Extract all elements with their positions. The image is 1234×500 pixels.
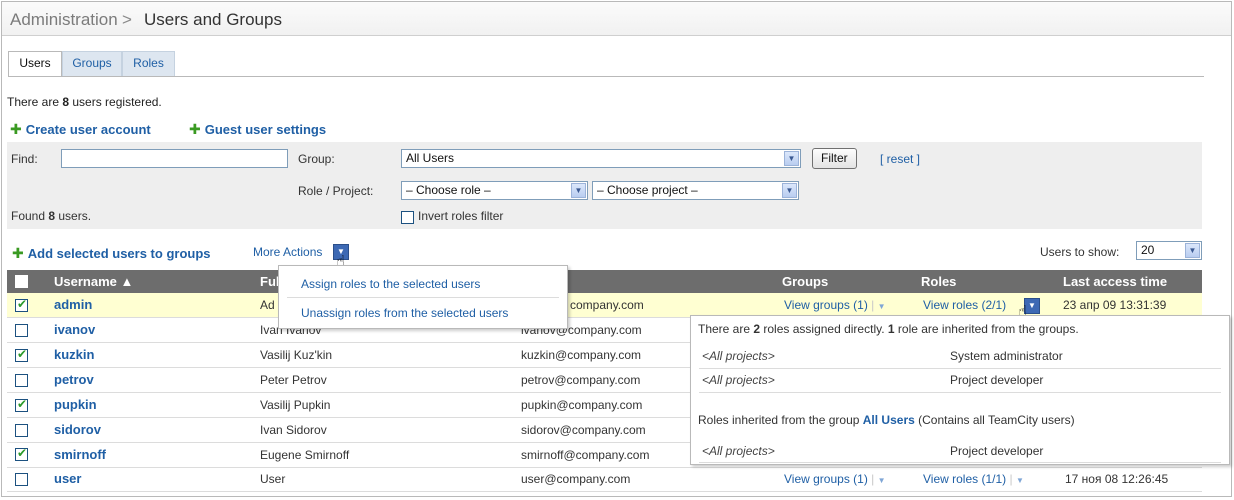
menu-item-unassign-roles[interactable]: Unassign roles from the selected users (301, 306, 508, 320)
username-link[interactable]: kuzkin (54, 347, 94, 362)
fullname: Ivan Sidorov (260, 423, 327, 437)
last-access-time: 23 апр 09 13:31:39 (1063, 298, 1167, 312)
email: smirnoff@company.com (521, 448, 650, 462)
chevron-down-icon: ▼ (782, 183, 797, 198)
popup-divider (699, 462, 1221, 463)
users-table-header: Username ▲ Full Groups Roles Last access… (7, 270, 1202, 293)
fullname: Eugene Smirnoff (260, 448, 350, 462)
tab-divider (8, 76, 1204, 77)
chevron-down-icon[interactable]: ▼ (878, 476, 886, 485)
plus-icon: ✚ (189, 121, 201, 137)
tab-roles[interactable]: Roles (122, 51, 175, 76)
breadcrumb-separator-icon: > (122, 10, 132, 29)
email: petrov@company.com (521, 373, 641, 387)
chevron-down-icon: ▼ (1028, 301, 1036, 310)
find-input[interactable] (61, 149, 288, 168)
menu-item-assign-roles[interactable]: Assign roles to the selected users (301, 277, 480, 291)
page-title: Users and Groups (144, 10, 282, 29)
tab-groups[interactable]: Groups (62, 51, 122, 76)
row-checkbox[interactable] (15, 446, 28, 461)
username-link[interactable]: admin (54, 297, 92, 312)
users-to-show-label: Users to show: (1040, 245, 1120, 259)
role-name: System administrator (950, 349, 1063, 363)
group-select[interactable]: All Users ▼ (401, 149, 801, 168)
role-project: <All projects> (702, 349, 775, 363)
menu-divider (287, 297, 559, 298)
fullname: Peter Petrov (260, 373, 327, 387)
found-users-text: Found 8 users. (11, 209, 92, 223)
role-name: Project developer (950, 444, 1044, 458)
roles-popup-intro: There are 2 roles assigned directly. 1 r… (698, 322, 1079, 336)
email: company.com (570, 298, 644, 312)
column-groups: Groups (782, 274, 829, 289)
breadcrumb-administration[interactable]: Administration (10, 10, 118, 30)
role-project-label: Role / Project: (298, 184, 374, 198)
find-label: Find: (11, 152, 38, 166)
popup-divider (699, 368, 1221, 369)
chevron-down-icon[interactable]: ▼ (878, 302, 886, 311)
table-row: user User user@company.com View groups (… (7, 467, 1202, 492)
chevron-down-icon: ▼ (571, 183, 586, 198)
chevron-down-icon[interactable]: ▼ (1016, 476, 1024, 485)
select-all-checkbox[interactable] (15, 275, 28, 288)
row-checkbox[interactable] (15, 424, 28, 437)
username-link[interactable]: smirnoff (54, 447, 106, 462)
users-to-show-select[interactable]: 20 ▼ (1136, 241, 1202, 260)
project-select[interactable]: – Choose project – ▼ (592, 181, 799, 200)
email: kuzkin@company.com (521, 348, 641, 362)
view-groups-link[interactable]: View groups (1) | ▼ (784, 298, 886, 312)
column-last-access[interactable]: Last access time (1063, 274, 1167, 289)
row-checkbox[interactable] (15, 297, 28, 312)
username-link[interactable]: user (54, 471, 81, 486)
username-link[interactable]: ivanov (54, 322, 95, 337)
column-roles: Roles (921, 274, 957, 289)
plus-icon: ✚ (10, 121, 22, 137)
role-select[interactable]: – Choose role – ▼ (401, 181, 588, 200)
title-bar: Administration > Users and Groups (2, 2, 1231, 36)
username-link[interactable]: petrov (54, 372, 94, 387)
email: pupkin@company.com (521, 398, 643, 412)
fullname: User (260, 472, 286, 486)
guest-settings-link[interactable]: ✚ Guest user settings (189, 121, 326, 138)
group-label: Group: (298, 152, 335, 166)
plus-icon: ✚ (12, 245, 24, 261)
view-groups-link[interactable]: View groups (1) | ▼ (784, 472, 886, 486)
more-actions-menu: Assign roles to the selected users Unass… (278, 265, 568, 329)
fullname: Ad (260, 298, 275, 312)
group-link[interactable]: All Users (863, 413, 915, 427)
role-project: <All projects> (702, 373, 775, 387)
filter-button[interactable]: Filter (812, 148, 857, 169)
popup-divider (699, 392, 1221, 393)
column-username[interactable]: Username ▲ (54, 274, 133, 289)
role-project: <All projects> (702, 444, 775, 458)
username-link[interactable]: sidorov (54, 422, 101, 437)
row-checkbox[interactable] (15, 473, 28, 486)
inherited-roles-heading: Roles inherited from the group All Users… (698, 413, 1075, 427)
chevron-down-icon: ▼ (1185, 243, 1200, 258)
create-user-link[interactable]: ✚ Create user account (10, 121, 151, 138)
fullname: Vasilij Kuz'kin (260, 348, 333, 362)
role-name: Project developer (950, 373, 1044, 387)
view-roles-link[interactable]: View roles (2/1) (923, 298, 1006, 312)
row-checkbox[interactable] (15, 374, 28, 387)
more-actions-link[interactable]: More Actions (253, 245, 322, 259)
tab-users[interactable]: Users (8, 51, 62, 77)
reset-link[interactable]: [ reset ] (880, 152, 920, 166)
email: sidorov@company.com (521, 423, 646, 437)
invert-roles-checkbox[interactable] (401, 211, 414, 224)
add-selected-users-link[interactable]: ✚ Add selected users to groups (12, 245, 211, 262)
view-roles-link[interactable]: View roles (1/1) | ▼ (923, 472, 1024, 486)
users-count-text: There are 8 users registered. (7, 95, 162, 109)
roles-popup: There are 2 roles assigned directly. 1 r… (690, 315, 1230, 465)
fullname: Vasilij Pupkin (260, 398, 331, 412)
username-link[interactable]: pupkin (54, 397, 97, 412)
row-checkbox[interactable] (15, 324, 28, 337)
chevron-down-icon: ▼ (784, 151, 799, 166)
row-checkbox[interactable] (15, 397, 28, 412)
last-access-time: 17 ноя 08 12:26:45 (1065, 472, 1169, 486)
row-checkbox[interactable] (15, 347, 28, 362)
email: user@company.com (521, 472, 631, 486)
invert-roles-label: Invert roles filter (418, 209, 504, 223)
